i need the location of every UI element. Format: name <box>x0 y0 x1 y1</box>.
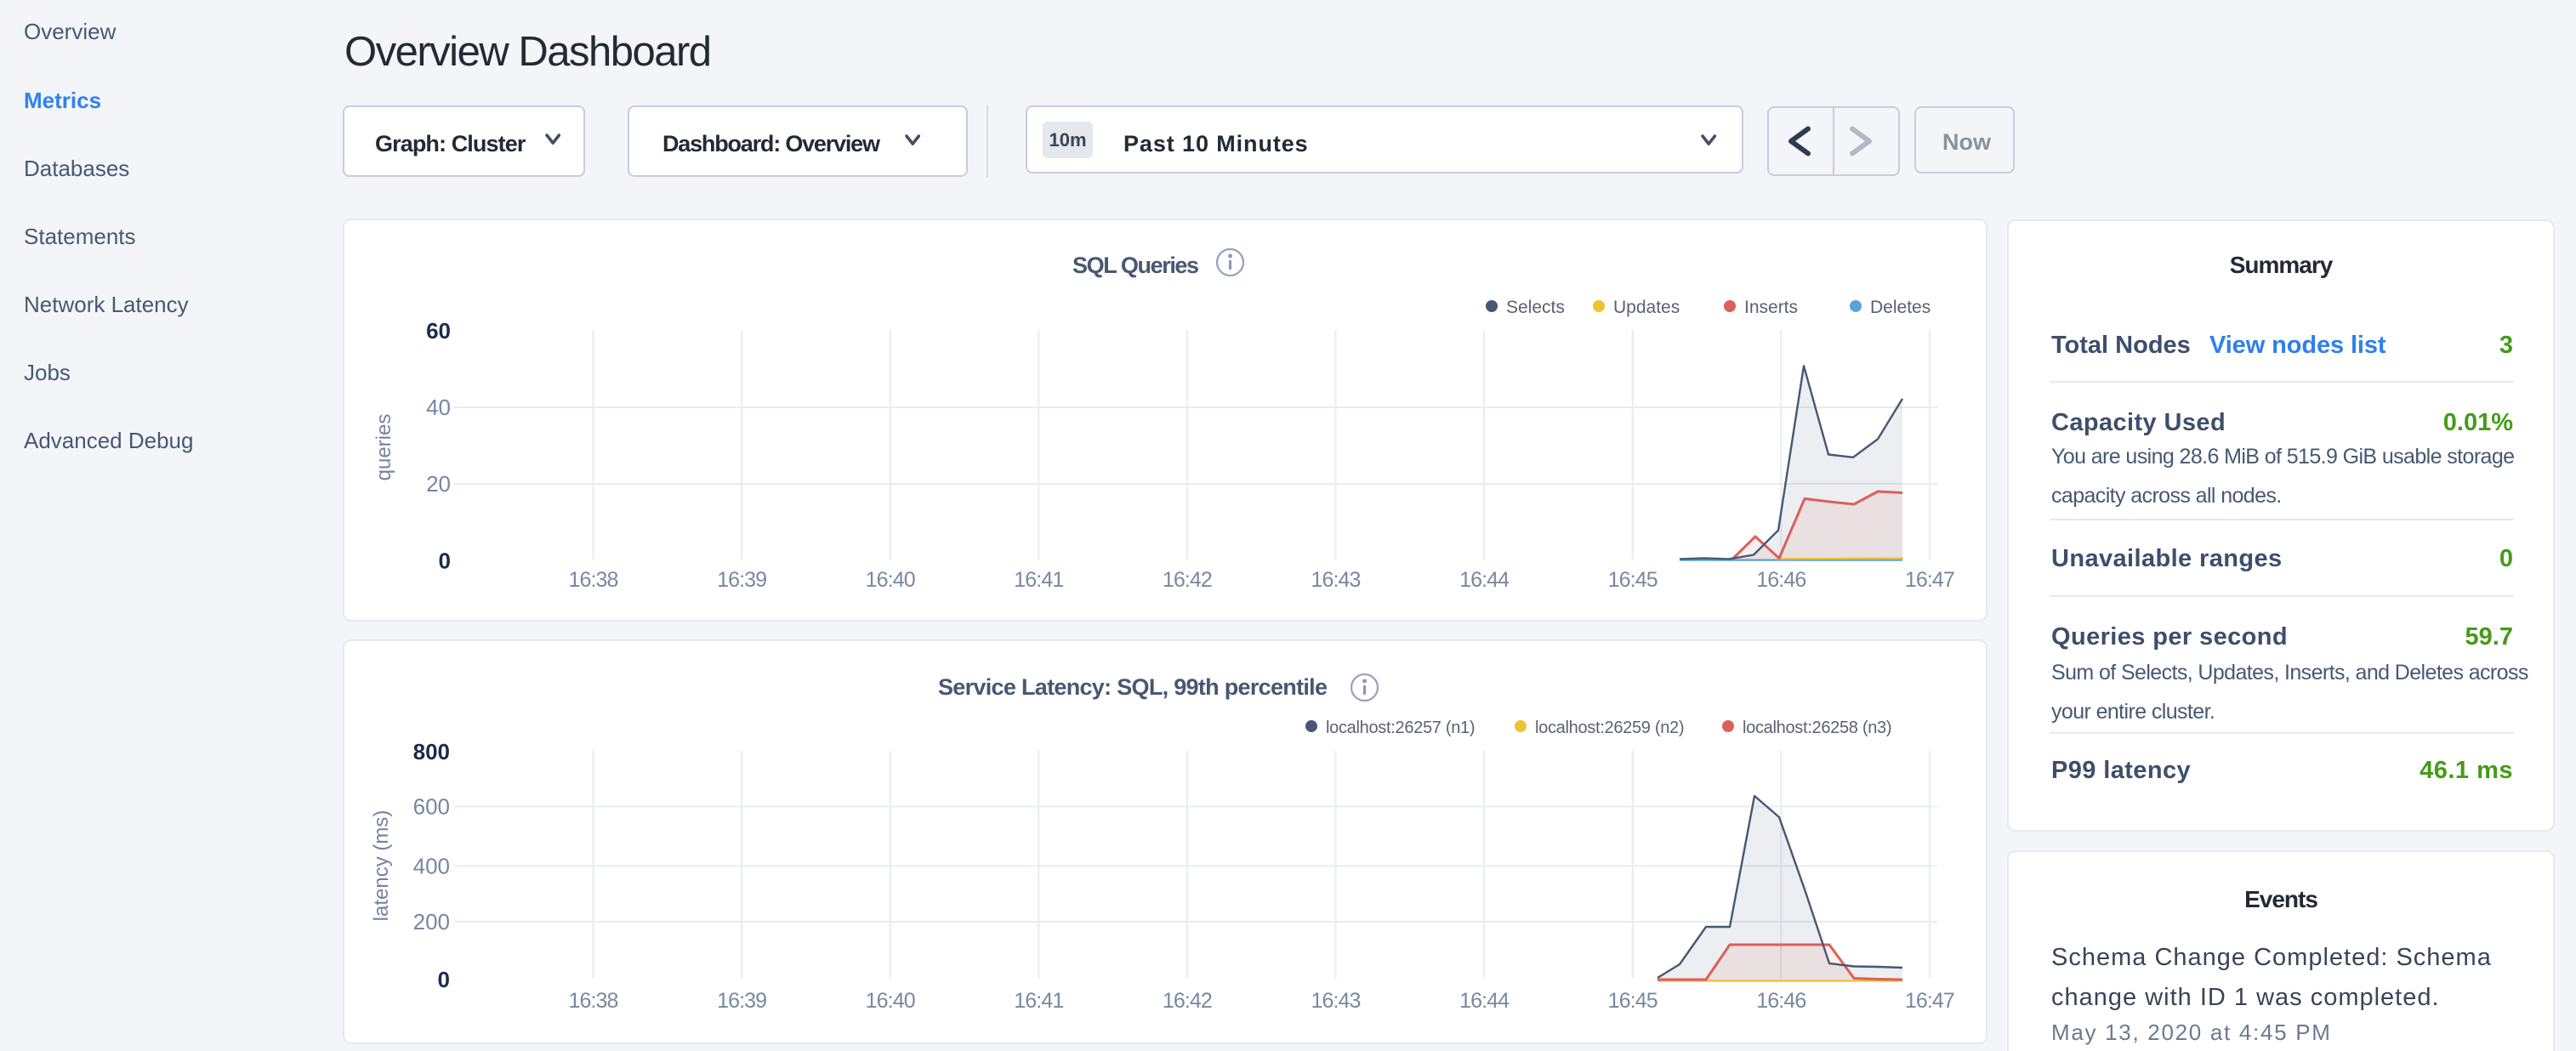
svg-text:16:43: 16:43 <box>1311 568 1360 592</box>
svg-text:16:44: 16:44 <box>1459 568 1510 592</box>
svg-text:localhost:26258 (n3): localhost:26258 (n3) <box>1743 719 1891 737</box>
svg-text:16:42: 16:42 <box>1163 989 1212 1013</box>
svg-text:localhost:26257 (n1): localhost:26257 (n1) <box>1326 719 1475 737</box>
svg-text:queries: queries <box>372 414 395 481</box>
svg-text:Selects: Selects <box>1506 298 1565 317</box>
svg-text:localhost:26259 (n2): localhost:26259 (n2) <box>1535 719 1684 737</box>
svg-text:16:40: 16:40 <box>866 989 915 1013</box>
svg-text:200: 200 <box>413 909 450 935</box>
svg-text:16:45: 16:45 <box>1608 989 1658 1013</box>
svg-text:800: 800 <box>413 739 450 764</box>
svg-text:16:45: 16:45 <box>1608 568 1658 592</box>
svg-text:Updates: Updates <box>1613 298 1680 317</box>
svg-text:16:47: 16:47 <box>1905 989 1954 1013</box>
svg-text:16:46: 16:46 <box>1756 989 1805 1013</box>
svg-text:16:43: 16:43 <box>1311 989 1360 1013</box>
svg-text:16:44: 16:44 <box>1459 989 1510 1013</box>
svg-text:16:46: 16:46 <box>1756 568 1805 592</box>
svg-text:16:39: 16:39 <box>717 989 766 1013</box>
svg-text:16:38: 16:38 <box>568 989 617 1013</box>
svg-text:400: 400 <box>413 854 450 879</box>
svg-text:20: 20 <box>426 471 451 497</box>
svg-text:600: 600 <box>413 794 450 820</box>
svg-text:16:41: 16:41 <box>1014 989 1063 1013</box>
svg-text:Deletes: Deletes <box>1870 298 1931 317</box>
svg-text:0: 0 <box>438 967 450 992</box>
svg-text:16:41: 16:41 <box>1014 568 1063 592</box>
svg-text:16:40: 16:40 <box>866 568 915 592</box>
svg-text:Inserts: Inserts <box>1744 298 1798 317</box>
svg-text:16:47: 16:47 <box>1905 568 1954 592</box>
svg-text:16:38: 16:38 <box>568 568 617 592</box>
svg-text:16:42: 16:42 <box>1163 568 1212 592</box>
svg-text:16:39: 16:39 <box>717 568 766 592</box>
svg-text:0: 0 <box>439 548 451 574</box>
svg-text:latency (ms): latency (ms) <box>370 810 393 922</box>
svg-text:60: 60 <box>426 318 451 344</box>
svg-text:40: 40 <box>426 395 451 420</box>
